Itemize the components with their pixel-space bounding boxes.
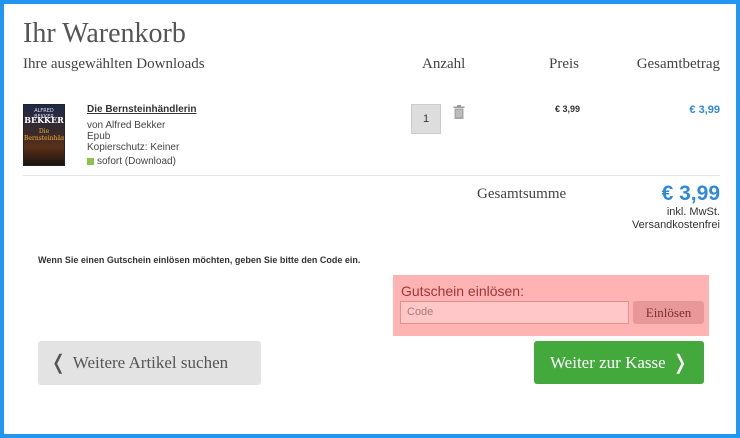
book-cover-image[interactable]: ALFRED BEKKER BEKKER Die Bernsteinhändle… xyxy=(23,104,65,166)
chevron-left-icon: ❬ xyxy=(50,352,67,374)
product-format: Epub xyxy=(87,131,111,142)
column-header-quantity: Anzahl xyxy=(422,56,466,72)
checkout-label: Weiter zur Kasse xyxy=(550,353,666,372)
product-author: von Alfred Bekker xyxy=(87,120,166,131)
total-sum-value: € 3,99 xyxy=(661,182,720,205)
divider xyxy=(23,175,720,176)
trash-icon[interactable] xyxy=(453,105,465,119)
shipping-note: Versandkostenfrei xyxy=(631,219,720,231)
product-protection: Kopierschutz: Keiner xyxy=(87,142,180,153)
page-subtitle: Ihre ausgewählten Downloads xyxy=(23,56,205,72)
cover-author-short: BEKKER xyxy=(24,115,64,125)
tax-note: inkl. MwSt. xyxy=(666,206,720,218)
cart-page: Ihr Warenkorb Ihre ausgewählten Download… xyxy=(4,4,736,434)
availability-text: sofort (Download) xyxy=(97,156,176,167)
product-name-link[interactable]: Die Bernsteinhändlerin xyxy=(87,104,196,115)
voucher-panel: Gutschein einlösen: Code Einlösen xyxy=(393,275,709,336)
total-sum-label: Gesamtsumme xyxy=(477,186,567,202)
column-header-price: Preis xyxy=(549,56,579,72)
cover-title-text: Die Bernsteinhändlerin xyxy=(24,128,65,142)
continue-shopping-label: Weitere Artikel suchen xyxy=(72,353,229,372)
checkout-button[interactable]: Weiter zur Kasse ❭ xyxy=(534,341,704,384)
product-availability: sofort (Download) xyxy=(87,156,176,167)
continue-shopping-button[interactable]: ❬ Weitere Artikel suchen xyxy=(38,341,261,385)
page-title: Ihr Warenkorb xyxy=(23,18,186,49)
voucher-code-input[interactable]: Code xyxy=(400,301,629,324)
voucher-instructions: Wenn Sie einen Gutschein einlösen möchte… xyxy=(38,255,361,265)
voucher-label: Gutschein einlösen: xyxy=(401,283,524,299)
column-header-total: Gesamtbetrag xyxy=(636,56,720,72)
chevron-right-icon: ❭ xyxy=(671,352,689,374)
availability-indicator-icon xyxy=(87,158,94,165)
unit-price: € 3,99 xyxy=(555,104,581,114)
redeem-voucher-button[interactable]: Einlösen xyxy=(633,301,704,324)
line-total: € 3,99 xyxy=(689,104,720,116)
quantity-input[interactable]: 1 xyxy=(411,104,441,134)
